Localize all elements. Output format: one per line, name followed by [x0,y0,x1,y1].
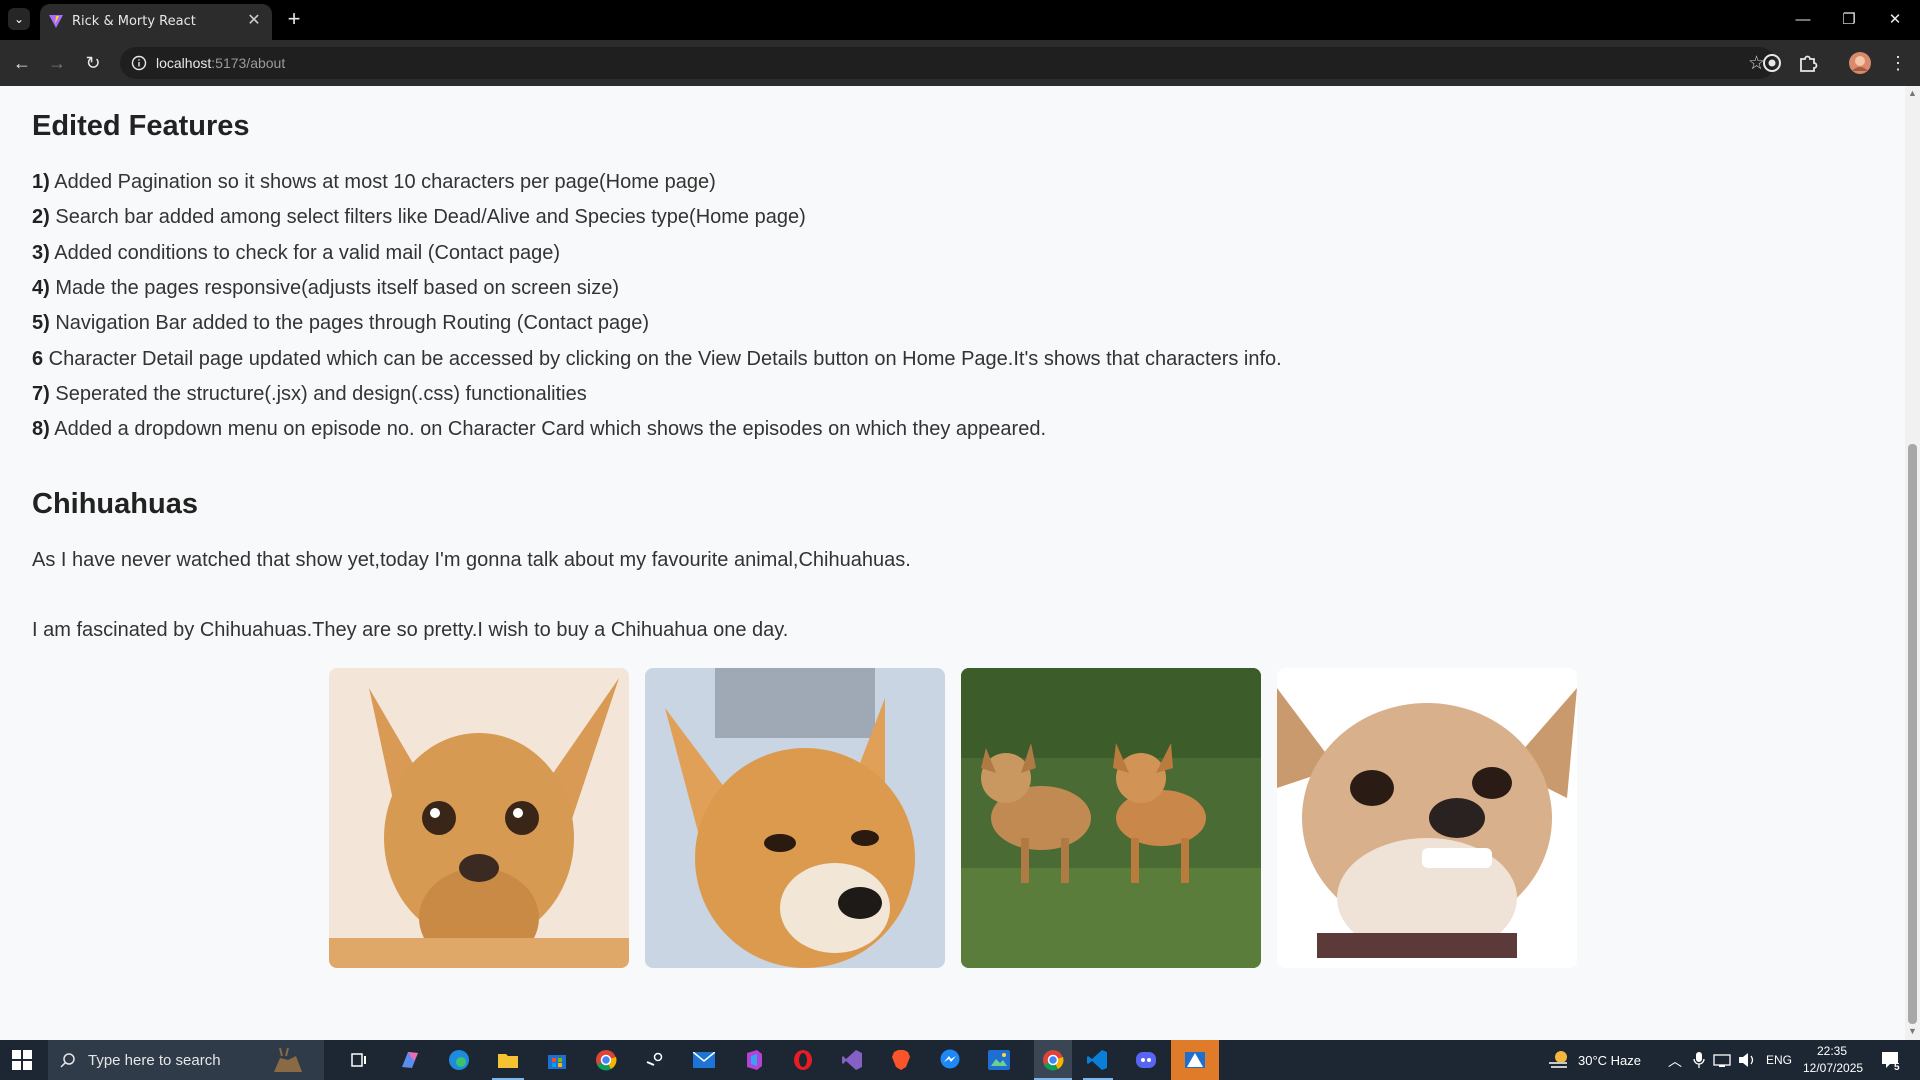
features-heading: Edited Features [32,110,250,142]
browser-tab[interactable]: Rick & Morty React ✕ [40,4,272,40]
browser-tab-bar: ⌄ Rick & Morty React ✕ + — ❐ ✕ [0,0,1920,40]
address-bar[interactable]: localhost:5173/about ☆ [120,47,1775,79]
url-text: localhost:5173/about [156,55,286,71]
microphone-icon[interactable] [1693,1052,1705,1068]
mail-icon[interactable] [690,1046,718,1074]
chihuahua-image-4 [1277,668,1577,968]
clock-date[interactable]: 12/07/2025 [1803,1061,1863,1075]
tab-search-chevron-icon[interactable]: ⌄ [8,8,30,30]
minimize-icon[interactable]: — [1780,8,1826,32]
scroll-down-arrow-icon[interactable]: ▼ [1908,1026,1917,1036]
extensions-puzzle-icon[interactable] [1796,51,1820,75]
intro-paragraph: As I have never watched that show yet,to… [32,549,911,571]
opera-icon[interactable] [789,1046,817,1074]
tray-overflow-chevron-icon[interactable]: ︿ [1668,1051,1682,1071]
windows-taskbar: Type here to search 30°C Haze ︿ ENG 22:3… [0,1040,1920,1080]
feature-item: 5) Navigation Bar added to the pages thr… [32,312,650,334]
browser-toolbar: ← → ↻ localhost:5173/about ☆ ⋮ [0,40,1920,86]
edge-icon[interactable] [445,1046,473,1074]
scrollbar-thumb[interactable] [1908,444,1917,1024]
chihuahua-image-1 [329,668,629,968]
vscode-icon[interactable] [1083,1046,1111,1074]
search-icon [60,1053,75,1068]
chrome-active-icon[interactable] [1034,1040,1072,1080]
vite-logo-icon [49,15,63,28]
browser-menu-icon[interactable]: ⋮ [1886,51,1910,75]
taskbar-search-box[interactable]: Type here to search [48,1040,324,1080]
network-icon[interactable] [1713,1052,1731,1068]
restore-icon[interactable]: ❐ [1826,8,1872,32]
new-tab-plus-icon[interactable]: + [282,8,306,32]
feature-item: 8) Added a dropdown menu on episode no. … [32,418,1046,440]
chihuahua-image-3 [961,668,1261,968]
back-arrow-icon[interactable]: ← [10,51,34,75]
reload-icon[interactable]: ↻ [81,51,105,75]
photos-app-icon[interactable] [985,1046,1013,1074]
file-explorer-icon[interactable] [494,1046,522,1074]
feature-item: 4) Made the pages responsive(adjusts its… [32,277,619,299]
weather-haze-icon [1549,1051,1567,1068]
profile-avatar-icon[interactable] [1848,51,1872,75]
site-info-icon[interactable] [131,55,147,71]
weather-text[interactable]: 30°C Haze [1578,1053,1641,1068]
clock-time[interactable]: 22:35 [1817,1044,1847,1058]
vite-app-icon[interactable] [1171,1040,1219,1080]
feature-item: 1) Added Pagination so it shows at most … [32,171,716,193]
search-placeholder: Type here to search [88,1052,221,1069]
feature-item: 6 Character Detail page updated which ca… [32,348,1282,370]
microsoft-365-icon[interactable] [740,1046,768,1074]
language-indicator[interactable]: ENG [1766,1053,1792,1067]
fascination-paragraph: I am fascinated by Chihuahuas.They are s… [32,619,789,641]
windows-start-icon[interactable] [12,1050,32,1070]
forward-arrow-icon[interactable]: → [45,51,69,75]
volume-icon[interactable] [1738,1052,1756,1068]
chihuahua-image-2 [645,668,945,968]
brave-icon[interactable] [887,1046,915,1074]
page-content: Edited Features 1) Added Pagination so i… [0,86,1905,1040]
window-close-icon[interactable]: ✕ [1872,8,1918,32]
feature-item: 3) Added conditions to check for a valid… [32,242,561,264]
discord-icon[interactable] [1132,1046,1160,1074]
scroll-up-arrow-icon[interactable]: ▲ [1908,88,1917,98]
deer-search-highlight-icon [274,1047,302,1072]
feature-item: 7) Seperated the structure(.jsx) and des… [32,383,587,405]
tab-title: Rick & Morty React [72,14,196,29]
visual-studio-icon[interactable] [838,1046,866,1074]
feature-item: 2) Search bar added among select filters… [32,206,806,228]
chihuahuas-heading: Chihuahuas [32,488,198,520]
microsoft-store-icon[interactable] [543,1046,571,1074]
messenger-icon[interactable] [936,1046,964,1074]
extension-circle-icon[interactable] [1760,51,1784,75]
steam-icon[interactable] [641,1046,669,1074]
tab-close-icon[interactable]: ✕ [244,11,264,31]
task-view-icon[interactable] [345,1046,373,1074]
copilot-icon[interactable] [396,1046,424,1074]
chrome-icon[interactable] [592,1046,620,1074]
notification-count-badge: 5 [1894,1062,1900,1073]
